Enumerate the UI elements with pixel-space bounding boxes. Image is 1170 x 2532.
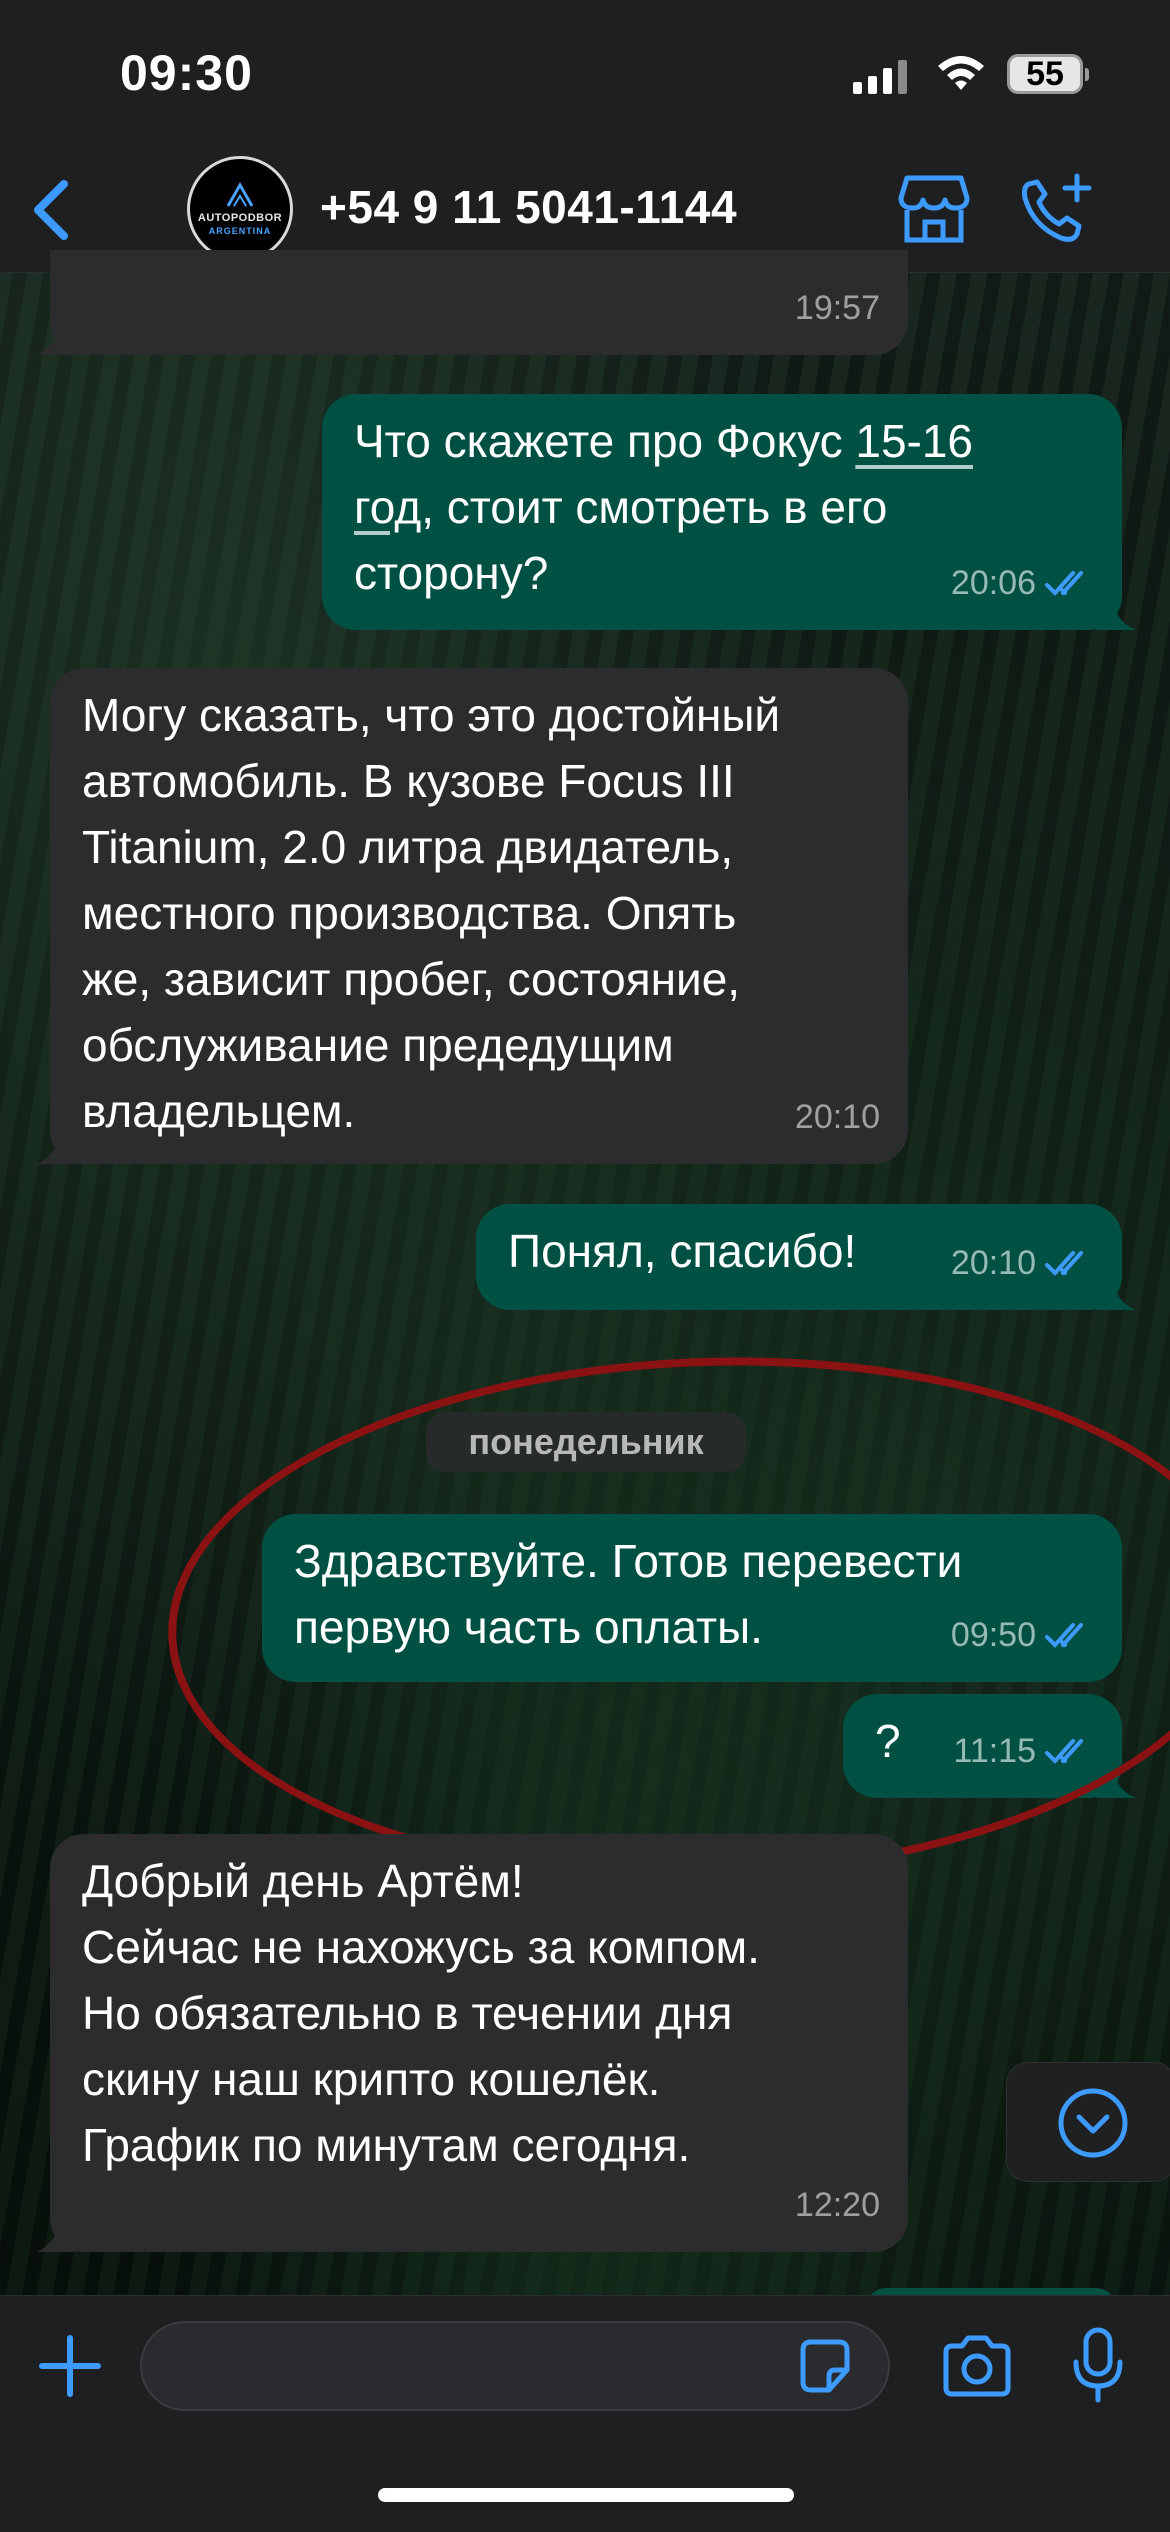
avatar-logo-subtext: ARGENTINA: [208, 226, 272, 236]
message-time: 09:50: [950, 1616, 1036, 1654]
bubble-tail: [1096, 1758, 1136, 1798]
message-bubble-outgoing[interactable]: Что скажете про Фокус 15-16 год, стоит с…: [322, 394, 1136, 630]
home-indicator: [378, 2488, 794, 2502]
phone-plus-icon[interactable]: [1015, 170, 1095, 250]
battery-indicator: 55: [1007, 54, 1089, 94]
avatar-logo-text: AUTOPODBOR: [197, 212, 283, 224]
bubble-tail: [36, 2212, 76, 2252]
message-bubble-incoming[interactable]: 19:57: [36, 250, 908, 355]
message-time: 20:06: [950, 564, 1036, 602]
message-meta: 12:20: [795, 2172, 880, 2238]
message-bubble-outgoing[interactable]: Здравствуйте. Готов перевести первую час…: [262, 1514, 1122, 1682]
logo-mark-icon: [226, 182, 254, 207]
day-separator: понедельник: [426, 1412, 746, 1472]
message-time: 19:57: [794, 289, 880, 327]
avatar[interactable]: AUTOPODBOR ARGENTINA: [187, 156, 293, 262]
message-bubble-outgoing[interactable]: Понял, спасибо! 20:10: [476, 1204, 1136, 1310]
bubble-tail: [1096, 1270, 1136, 1310]
message-bubble-incoming[interactable]: Могу сказать, что это достойный автомоби…: [36, 668, 908, 1164]
message-time: 11:15: [953, 1732, 1036, 1770]
bubble-tail: [1096, 590, 1136, 630]
message-bubble-outgoing[interactable]: ? 11:15: [843, 1694, 1136, 1798]
message-meta: 19:57: [795, 275, 880, 341]
status-time: 09:30: [120, 45, 253, 101]
bubble-tail: [36, 1124, 76, 1164]
cellular-signal-icon: [853, 58, 907, 94]
message-meta: 11:15: [953, 1718, 1094, 1784]
message-meta: 20:06: [951, 550, 1094, 616]
double-check-icon: [1045, 1623, 1083, 1648]
message-time: 20:10: [950, 1244, 1036, 1282]
plus-icon[interactable]: [38, 2334, 102, 2398]
camera-icon[interactable]: [940, 2334, 1014, 2398]
scroll-to-bottom-button[interactable]: [1006, 2062, 1170, 2182]
microphone-icon[interactable]: [1068, 2326, 1128, 2406]
wifi-icon: [938, 56, 984, 90]
bubble-tail: [36, 315, 76, 355]
status-bar: 09:30 55: [0, 0, 1170, 150]
storefront-icon[interactable]: [895, 172, 973, 246]
message-text: Могу сказать, что это достойный автомоби…: [82, 689, 781, 1137]
message-meta: 20:10: [795, 1084, 880, 1150]
double-check-icon: [1045, 571, 1083, 596]
message-text: Добрый день Артём! Сейчас не нахожусь за…: [82, 1855, 760, 2171]
chevron-down-circle-icon: [1058, 2088, 1128, 2158]
message-time: 20:10: [794, 1098, 880, 1136]
message-input[interactable]: [140, 2321, 890, 2411]
message-time: 12:20: [794, 2186, 880, 2224]
chevron-left-icon[interactable]: [22, 172, 82, 248]
double-check-icon: [1045, 1739, 1083, 1764]
message-meta: 09:50: [951, 1602, 1094, 1668]
message-meta: 20:10: [951, 1230, 1094, 1296]
message-bubble-incoming[interactable]: Добрый день Артём! Сейчас не нахожусь за…: [36, 1834, 908, 2252]
sticker-icon[interactable]: [795, 2336, 855, 2396]
double-check-icon: [1045, 1251, 1083, 1276]
contact-name[interactable]: +54 9 11 5041-1144: [320, 180, 737, 234]
